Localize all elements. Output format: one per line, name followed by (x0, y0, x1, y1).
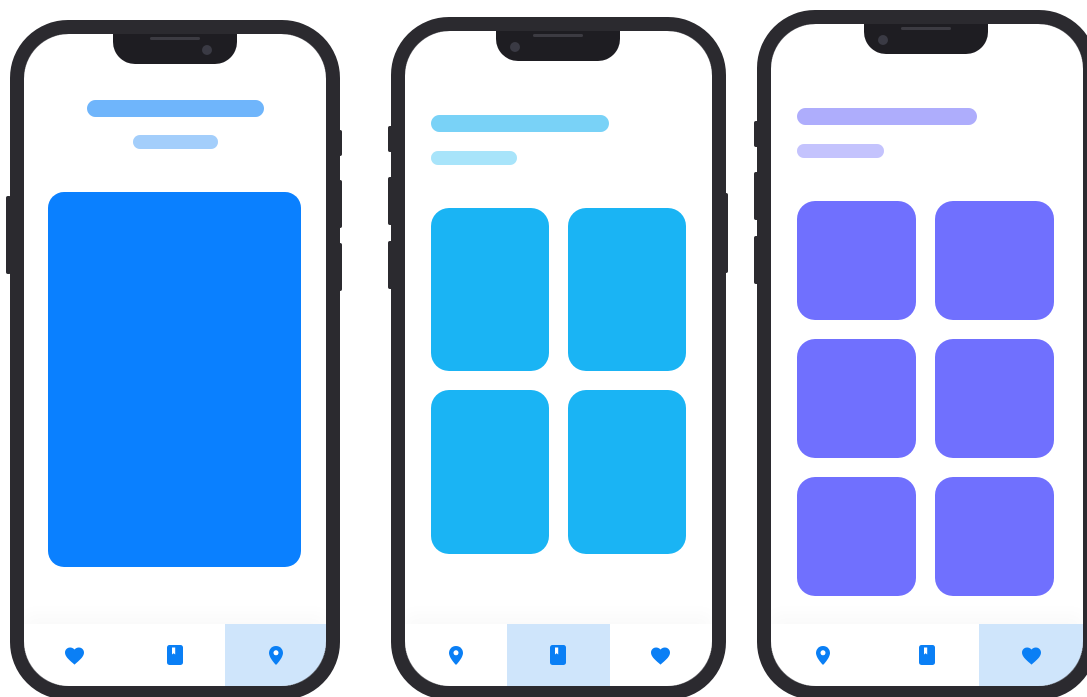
location-pin-icon (816, 645, 830, 665)
heart-icon (64, 646, 85, 665)
phone-3-tab-heart[interactable] (979, 624, 1083, 686)
phone-2-camera (510, 42, 520, 52)
phone-2 (391, 17, 726, 697)
location-pin-icon (268, 645, 283, 665)
phone-3-card-5[interactable] (797, 477, 916, 596)
phone-3-subtitle-placeholder (797, 144, 884, 158)
book-icon (919, 645, 935, 665)
phone-2-card-2[interactable] (568, 208, 686, 371)
phone-3-tab-book[interactable] (875, 624, 979, 686)
phone-3-title-placeholder (797, 108, 977, 125)
heart-icon (650, 646, 671, 665)
phone-1-camera (202, 45, 212, 55)
phone-3-card-3[interactable] (797, 339, 916, 458)
phone-2-title-placeholder (431, 115, 609, 132)
phone-3-card-6[interactable] (935, 477, 1054, 596)
phone-1-tab-location-pin[interactable] (225, 624, 326, 686)
phone-1-notch (113, 34, 237, 64)
phone-2-tab-location-pin[interactable] (405, 624, 507, 686)
phone-1-tab-bar (24, 624, 326, 686)
phone-3-card-1[interactable] (797, 201, 916, 320)
phone-1-tab-heart[interactable] (24, 624, 125, 686)
heart-icon (1021, 646, 1042, 665)
location-pin-icon (449, 645, 464, 665)
phone-1-speaker (150, 37, 200, 40)
phone-2-tab-heart[interactable] (610, 624, 712, 686)
phone-2-notch (496, 31, 620, 61)
phone-1-content-card[interactable] (48, 192, 301, 567)
phone-2-speaker (533, 34, 583, 37)
phone-2-card-1[interactable] (431, 208, 549, 371)
mockup-canvas (0, 0, 1087, 697)
phone-3-card-2[interactable] (935, 201, 1054, 320)
book-icon (167, 645, 183, 665)
phone-1-title-placeholder (87, 100, 264, 117)
phone-3-camera (878, 35, 888, 45)
phone-1-subtitle-placeholder (133, 135, 218, 149)
phone-3 (757, 10, 1087, 697)
phone-3-speaker (901, 27, 951, 30)
phone-3-tab-location-pin[interactable] (771, 624, 875, 686)
phone-2-subtitle-placeholder (431, 151, 517, 165)
phone-2-tab-bar (405, 624, 712, 686)
book-icon (550, 645, 567, 665)
phone-2-tab-book[interactable] (507, 624, 610, 686)
phone-2-card-4[interactable] (568, 390, 686, 554)
phone-3-card-4[interactable] (935, 339, 1054, 458)
phone-3-tab-bar (771, 624, 1083, 686)
phone-1-tab-book[interactable] (125, 624, 226, 686)
phone-2-card-3[interactable] (431, 390, 549, 554)
phone-1 (10, 20, 340, 697)
phone-3-notch (864, 24, 988, 54)
